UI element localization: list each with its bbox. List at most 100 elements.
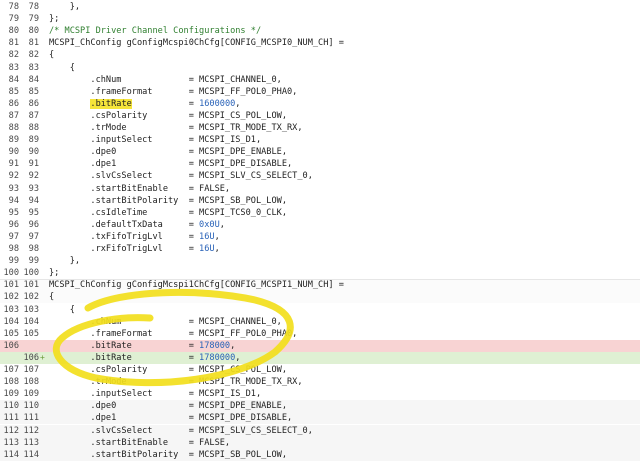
code-text: .trMode = MCSPI_TR_MODE_TX_RX, [49, 123, 303, 133]
new-line-number: 79 [28, 14, 39, 25]
old-line-number: 94 [8, 195, 19, 206]
old-line-number: 114 [3, 449, 19, 460]
old-line-number: 104 [3, 316, 19, 327]
old-line-number: 85 [8, 86, 19, 97]
old-line-number: 108 [3, 377, 19, 388]
new-line-number: 96 [28, 219, 39, 230]
old-line-number: 91 [8, 159, 19, 170]
old-line-number: 81 [8, 38, 19, 49]
code-text: .bitRate = 178000, [49, 340, 236, 351]
code-line: 111 111 .dpe1 = MCSPI_DPE_DISABLE, [0, 412, 640, 425]
code-text: .trMode = MCSPI_TR_MODE_TX_RX, [49, 377, 303, 388]
code-line: 86 86 .bitRate = 1600000, [0, 97, 640, 110]
code-line: 92 92 .slvCsSelect = MCSPI_SLV_CS_SELECT_… [0, 170, 640, 183]
code-text: { [49, 50, 55, 61]
new-line-number: 81 [28, 38, 39, 49]
new-line-number: 102 [23, 292, 39, 303]
new-line-number: 83 [28, 62, 39, 73]
old-line-number: 107 [3, 365, 19, 375]
new-line-number: 107 [23, 365, 39, 375]
old-line-number: 101 [3, 280, 19, 291]
new-line-number: 100 [23, 268, 39, 279]
code-line: 88 88 .trMode = MCSPI_TR_MODE_TX_RX, [0, 122, 640, 134]
code-text: .chNum = MCSPI_CHANNEL_0, [49, 316, 282, 327]
old-line-number: 113 [3, 437, 19, 448]
old-line-number: 106 [3, 340, 19, 351]
old-line-number: 87 [8, 110, 19, 121]
old-line-number: 103 [3, 304, 19, 315]
new-line-number: 114 [23, 449, 39, 460]
code-text: .dpe1 = MCSPI_DPE_DISABLE, [49, 159, 293, 170]
code-text: .slvCsSelect = MCSPI_SLV_CS_SELECT_0, [49, 425, 313, 436]
code-line: 84 84 .chNum = MCSPI_CHANNEL_0, [0, 73, 640, 86]
code-text: .startBitPolarity = MCSPI_SB_POL_LOW, [49, 449, 287, 460]
code-line: 93 93 .startBitEnable = FALSE, [0, 182, 640, 195]
code-text: .defaultTxData = 0x0U, [49, 219, 225, 230]
new-line-number: 95 [28, 207, 39, 218]
code-line: 105 105 .frameFormat = MCSPI_FF_POL0_PHA0… [0, 327, 640, 340]
code-text: .inputSelect = MCSPI_IS_D1, [49, 135, 262, 146]
new-line-number: 78 [28, 2, 39, 12]
old-line-number: 90 [8, 147, 19, 158]
new-line-number: 86 [28, 98, 39, 109]
diff-viewer: 78 78 }, 79 79}; 80 80 /* MCSPI Driver Channel… [0, 0, 640, 461]
code-text: .frameFormat = MCSPI_FF_POL0_PHA0, [49, 86, 298, 97]
code-line: 97 97 .txFifoTrigLvl = 16U, [0, 230, 640, 243]
code-line: 107 107 .csPolarity = MCSPI_CS_POL_LOW, [0, 364, 640, 376]
old-line-number: 80 [8, 26, 19, 37]
code-line: 94 94 .startBitPolarity = MCSPI_SB_POL_LO… [0, 194, 640, 207]
new-line-number: 105 [23, 328, 39, 339]
new-line-number: 90 [28, 147, 39, 158]
new-line-number: 92 [28, 171, 39, 182]
code-line: 90 90 .dpe0 = MCSPI_DPE_ENABLE, [0, 146, 640, 159]
old-line-number: 99 [8, 256, 19, 267]
new-line-number: 84 [28, 74, 39, 85]
old-line-number: 109 [3, 389, 19, 400]
new-line-number: 98 [28, 244, 39, 254]
new-line-number: 112 [23, 425, 39, 436]
code-line: 83 83 { [0, 61, 640, 74]
code-line: 85 85 .frameFormat = MCSPI_FF_POL0_PHA0, [0, 85, 640, 98]
code-text: MCSPI_ChConfig gConfigMcspi1ChCfg[CONFIG… [49, 280, 344, 291]
code-line: 112 112 .slvCsSelect = MCSPI_SLV_CS_SELEC… [0, 424, 640, 437]
new-line-number: 104 [23, 316, 39, 327]
old-line-number: 102 [3, 292, 19, 303]
code-text: .slvCsSelect = MCSPI_SLV_CS_SELECT_0, [49, 171, 313, 182]
code-text: .frameFormat = MCSPI_FF_POL0_PHA0, [49, 328, 298, 339]
code-line: 81 81 MCSPI_ChConfig gConfigMcspi0ChCfg[CO… [0, 37, 640, 50]
code-line: 110 110 .dpe0 = MCSPI_DPE_ENABLE, [0, 400, 640, 413]
code-line: 91 91 .dpe1 = MCSPI_DPE_DISABLE, [0, 158, 640, 171]
code-line: 96 96 .defaultTxData = 0x0U, [0, 218, 640, 231]
old-line-number: 79 [8, 14, 19, 25]
code-text: .startBitEnable = FALSE, [49, 183, 231, 194]
new-line-number: 85 [28, 86, 39, 97]
code-text: .inputSelect = MCSPI_IS_D1, [49, 389, 262, 400]
new-line-number: 80 [28, 26, 39, 37]
new-line-number: 110 [23, 401, 39, 412]
new-line-number: 82 [28, 50, 39, 61]
new-line-number: 94 [28, 195, 39, 206]
old-line-number: 97 [8, 231, 19, 242]
code-line: 99 99 }, [0, 255, 640, 268]
code-line: 113 113 .startBitEnable = FALSE, [0, 436, 640, 449]
code-text: { [49, 304, 75, 315]
code-text: .txFifoTrigLvl = 16U, [49, 231, 220, 242]
code-text: .dpe0 = MCSPI_DPE_ENABLE, [49, 147, 287, 158]
old-line-number: 105 [3, 328, 19, 339]
code-line: 82 82 { [0, 49, 640, 62]
code-text: .dpe1 = MCSPI_DPE_DISABLE, [49, 413, 293, 424]
code-text: { [49, 62, 75, 73]
old-line-number: 98 [8, 244, 19, 254]
code-text: }, [49, 2, 81, 12]
code-text: /* MCSPI Driver Channel Configurations *… [49, 26, 262, 37]
code-line: 101 101 MCSPI_ChConfig gConfigMcspi1ChCfg[… [0, 279, 640, 292]
old-line-number: 82 [8, 50, 19, 61]
code-text: }, [49, 256, 81, 267]
old-line-number: 84 [8, 74, 19, 85]
code-text: .chNum = MCSPI_CHANNEL_0, [49, 74, 282, 85]
code-text: .bitRate = 1600000, [90, 98, 241, 109]
old-line-number: 88 [8, 123, 19, 133]
old-line-number: 96 [8, 219, 19, 230]
code-line: 103 103 { [0, 303, 640, 316]
code-text: .bitRate = 1780000, [49, 352, 241, 363]
